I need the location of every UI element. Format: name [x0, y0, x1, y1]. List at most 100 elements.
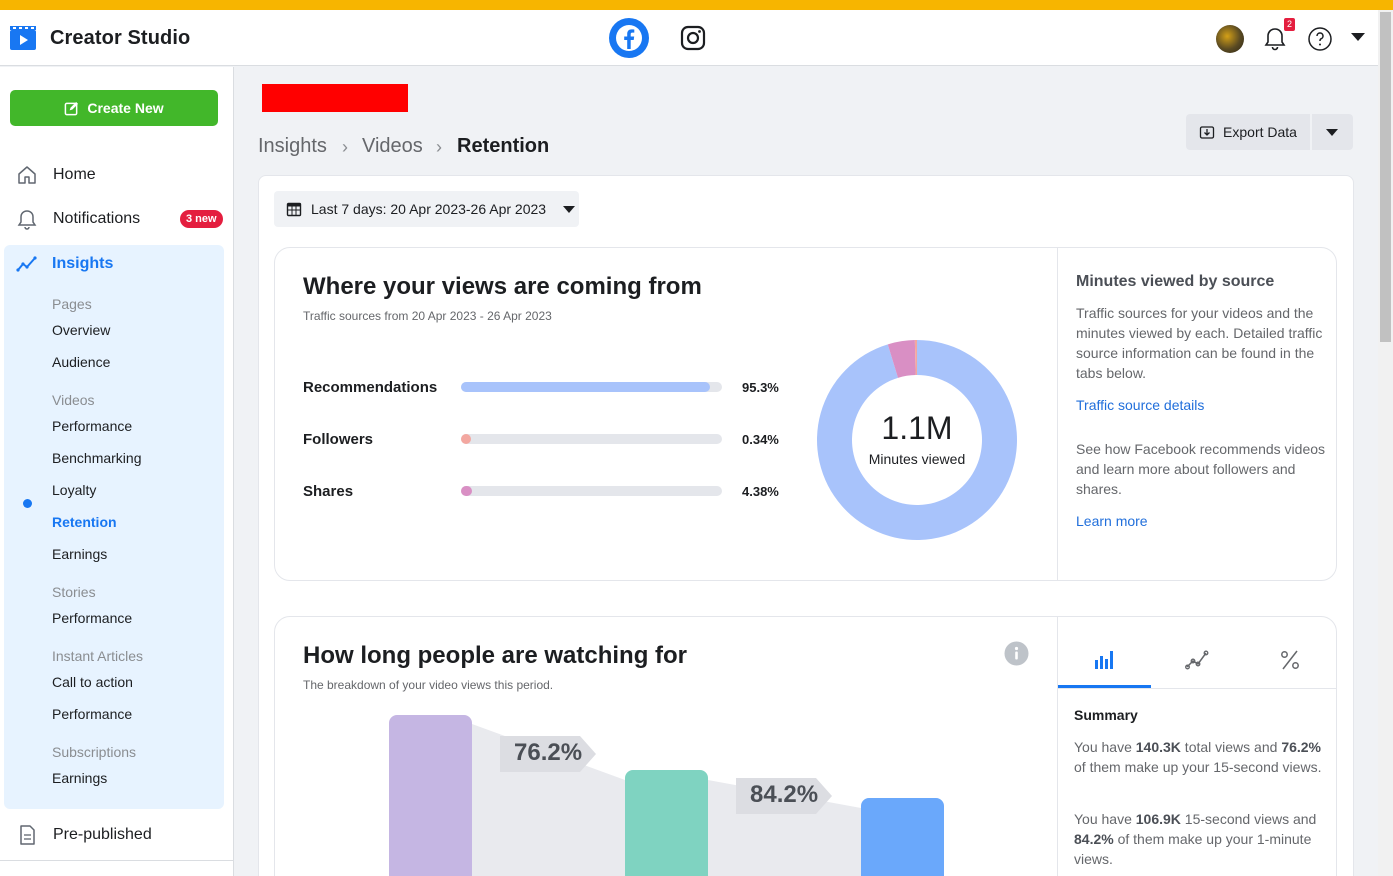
- download-icon: [1199, 126, 1215, 139]
- minutes-by-source-description: Traffic sources for your videos and the …: [1076, 305, 1323, 381]
- breadcrumb-videos[interactable]: Videos: [362, 135, 423, 158]
- summary-paragraph-total-views: You have 140.3K total views and 76.2% of…: [1074, 739, 1322, 775]
- export-data-label: Export Data: [1223, 124, 1297, 140]
- retention-rate-15-second: 76.2%: [514, 739, 583, 766]
- minutes-viewed-caption: Minutes viewed: [868, 451, 966, 467]
- page-title: Retention: [457, 135, 550, 157]
- active-item-indicator: [23, 499, 32, 508]
- breadcrumb-insights[interactable]: Insights: [258, 135, 327, 158]
- notifications-new-badge: 3 new: [180, 210, 223, 228]
- source-bar-track: [461, 434, 722, 444]
- submenu-item-pages-audience[interactable]: Audience: [52, 354, 110, 370]
- retention-waterfall-chart: [389, 715, 944, 876]
- sidebar-item-label: Insights: [52, 255, 114, 272]
- submenu-heading-stories: Stories: [52, 584, 96, 600]
- insights-submenu: Insights Pages Overview Audience Videos …: [4, 245, 224, 809]
- source-bar-fill-shares: [461, 486, 472, 496]
- export-options-dropdown[interactable]: [1312, 114, 1353, 150]
- submenu-heading-instant-articles: Instant Articles: [52, 648, 144, 664]
- avatar[interactable]: [1216, 25, 1244, 53]
- submenu-heading-pages: Pages: [52, 296, 92, 312]
- source-bar-fill-recommendations: [461, 382, 710, 392]
- source-label-recommendations: Recommendations: [303, 379, 438, 396]
- traffic-source-details-link[interactable]: Traffic source details: [1076, 397, 1204, 413]
- active-tab-indicator: [1058, 685, 1151, 688]
- create-new-button[interactable]: Create New: [10, 90, 218, 126]
- submenu-item-articles-call-to-action[interactable]: Call to action: [52, 674, 133, 690]
- retention-bar-total-views: [389, 715, 472, 876]
- source-percent-shares: 4.38%: [742, 484, 779, 499]
- chevron-right-icon: ›: [436, 137, 442, 157]
- chevron-down-icon: [563, 205, 576, 213]
- retention-rate-1-minute: 84.2%: [750, 781, 819, 808]
- sidebar: Create New Home Notifications 3 new Insi…: [0, 67, 234, 876]
- creator-studio-logo-icon: [10, 26, 36, 50]
- bar-chart-icon: [1095, 651, 1113, 669]
- views-source-subtitle: Traffic sources from 20 Apr 2023 - 26 Ap…: [303, 309, 552, 323]
- insights-chart-icon: [16, 256, 37, 272]
- info-icon[interactable]: [1004, 641, 1029, 666]
- source-label-followers: Followers: [303, 431, 374, 448]
- sidebar-item-pre-published[interactable]: Pre-published: [16, 822, 152, 848]
- minutes-viewed-total: 1.1M: [881, 410, 953, 446]
- facebook-platform-button[interactable]: [609, 18, 649, 58]
- watch-duration-title: How long people are watching for: [303, 642, 688, 669]
- summary-paragraph-15-second-views: You have 106.9K 15-second views and 84.2…: [1074, 811, 1317, 867]
- source-label-shares: Shares: [303, 483, 354, 500]
- scrollbar-thumb[interactable]: [1380, 12, 1391, 342]
- recommendations-description: See how Facebook recommends videos and l…: [1076, 441, 1326, 497]
- submenu-item-videos-retention[interactable]: Retention: [52, 514, 117, 530]
- submenu-item-videos-performance[interactable]: Performance: [52, 418, 132, 434]
- submenu-item-videos-benchmarking[interactable]: Benchmarking: [52, 450, 142, 466]
- facebook-icon: [616, 25, 642, 51]
- submenu-item-videos-earnings[interactable]: Earnings: [52, 546, 107, 562]
- summary-title: Summary: [1074, 707, 1138, 723]
- home-icon: [18, 166, 36, 184]
- retention-bar-1-minute-views: [861, 798, 944, 876]
- instagram-icon[interactable]: [678, 23, 708, 53]
- date-range-selector[interactable]: Last 7 days: 20 Apr 2023-26 Apr 2023: [274, 191, 579, 227]
- retention-bar-15-second-views: [625, 770, 708, 876]
- source-percent-followers: 0.34%: [742, 432, 779, 447]
- sidebar-item-label: Notifications: [53, 210, 141, 227]
- tab-bar-chart[interactable]: [1058, 632, 1150, 688]
- account-menu-caret-icon[interactable]: [1351, 33, 1365, 41]
- sidebar-divider: [0, 860, 234, 861]
- create-new-label: Create New: [87, 100, 164, 116]
- submenu-item-videos-loyalty[interactable]: Loyalty: [52, 482, 96, 498]
- sidebar-item-home[interactable]: Home: [16, 162, 96, 188]
- sidebar-item-notifications[interactable]: Notifications: [16, 206, 140, 232]
- redacted-page-name: [262, 84, 408, 112]
- source-percent-recommendations: 95.3%: [742, 380, 779, 395]
- sidebar-item-insights[interactable]: Insights: [16, 253, 113, 275]
- sidebar-item-label: Pre-published: [53, 826, 152, 843]
- help-icon[interactable]: [1307, 26, 1333, 52]
- submenu-heading-subscriptions: Subscriptions: [52, 744, 137, 760]
- percent-icon: [1281, 650, 1299, 670]
- source-bar-fill-followers: [461, 434, 471, 444]
- submenu-item-pages-overview[interactable]: Overview: [52, 322, 110, 338]
- minutes-by-source-title: Minutes viewed by source: [1076, 273, 1275, 290]
- top-bar: Creator Studio 2: [0, 10, 1378, 66]
- submenu-heading-videos: Videos: [52, 392, 95, 408]
- source-bar-track: [461, 486, 722, 496]
- sidebar-item-label: Home: [53, 166, 96, 183]
- tabs-divider: [1058, 688, 1336, 689]
- views-source-title: Where your views are coming from: [303, 273, 702, 300]
- calendar-icon: [286, 202, 302, 217]
- export-data-button[interactable]: Export Data: [1186, 114, 1310, 150]
- tab-line-chart[interactable]: [1151, 632, 1243, 688]
- tab-percentage[interactable]: [1244, 632, 1336, 688]
- line-chart-icon: [1185, 650, 1209, 670]
- notification-count-badge: 2: [1284, 18, 1295, 31]
- edit-icon: [65, 101, 79, 115]
- submenu-item-stories-performance[interactable]: Performance: [52, 610, 132, 626]
- app-title: Creator Studio: [50, 27, 191, 49]
- submenu-item-subscriptions-earnings[interactable]: Earnings: [52, 770, 107, 786]
- card-divider: [1057, 248, 1058, 580]
- submenu-item-articles-performance[interactable]: Performance: [52, 706, 132, 722]
- bell-icon: [17, 210, 37, 230]
- document-icon: [20, 825, 35, 845]
- learn-more-link[interactable]: Learn more: [1076, 513, 1148, 529]
- watch-duration-subtitle: The breakdown of your video views this p…: [303, 678, 554, 692]
